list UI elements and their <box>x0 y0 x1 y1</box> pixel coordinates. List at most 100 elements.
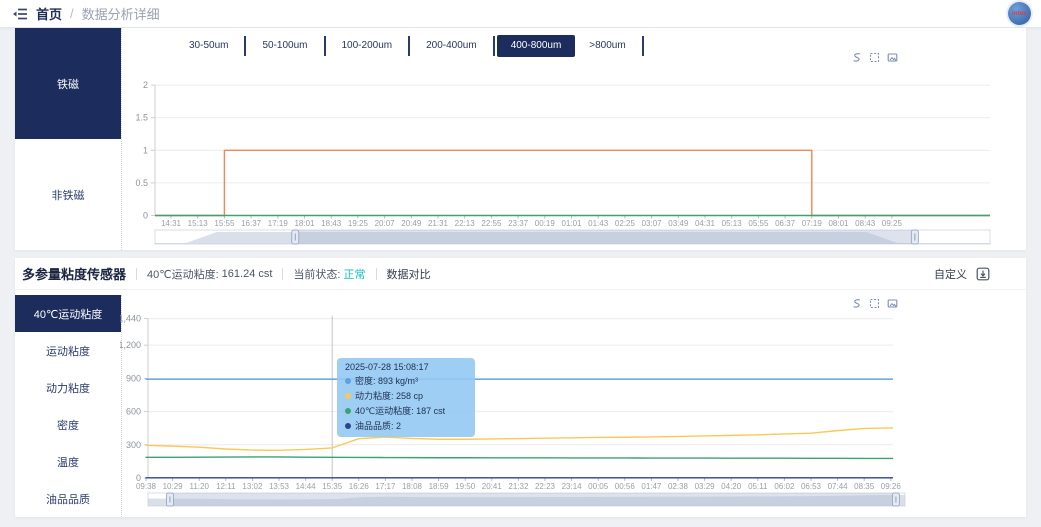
y-tick-label: 1,440 <box>120 314 141 324</box>
x-tick-label: 00:56 <box>615 482 636 491</box>
x-tick-label: 08:43 <box>855 219 876 228</box>
x-tick-label: 10:29 <box>163 482 184 491</box>
x-tick-label: 18:01 <box>294 219 315 228</box>
x-tick-label: 12:11 <box>216 482 236 491</box>
export-icon[interactable] <box>976 267 990 281</box>
side-item-非铁磁[interactable]: 非铁磁 <box>15 139 121 250</box>
stat-value: 161.24 cst <box>221 267 273 280</box>
viscosity-chart[interactable]: 03006009001,2001,44009:38 10:29 11:20 12:11… <box>120 305 1021 517</box>
x-tick-label: 03:07 <box>642 219 663 228</box>
x-tick-label: 05:13 <box>722 219 743 228</box>
y-tick-label: 0.5 <box>135 178 148 188</box>
x-tick-label: 02:25 <box>615 219 636 228</box>
side-item-密度[interactable]: 密度 <box>15 406 121 443</box>
app-header: 首页 / 数据分析详细 intec <box>0 0 1041 28</box>
x-tick-label: 15:13 <box>188 219 209 228</box>
tab-separator <box>492 36 495 56</box>
tab-separator <box>323 36 326 56</box>
x-tick-label: 00:05 <box>588 482 609 491</box>
x-tick-label: 22:13 <box>455 219 476 228</box>
x-tick-label: 16:26 <box>349 482 370 491</box>
x-tick-label: 17:17 <box>375 482 396 491</box>
particle-type-menu: 铁磁 非铁磁 <box>15 28 122 250</box>
viscosity-metric-menu: 40℃运动粘度 运动粘度 动力粘度 密度 温度 油品品质 <box>15 295 122 517</box>
x-tick-label: 00:19 <box>535 219 556 228</box>
x-tick-label: 20:41 <box>482 482 503 491</box>
user-avatar[interactable]: intec <box>1008 2 1031 25</box>
breadcrumb-current: 数据分析详细 <box>81 7 160 22</box>
y-tick-label: 300 <box>126 440 141 450</box>
x-tick-label: 05:55 <box>748 219 769 228</box>
x-tick-label: 11:20 <box>189 482 209 491</box>
ferromagnetic-chart[interactable]: 0 0.5 1 1.5 2 14:31 15:13 15:55 16:37 17:19 18:01 1… <box>125 60 1026 250</box>
x-tick-label: 07:44 <box>828 482 849 491</box>
x-tick-label: 08:35 <box>854 482 875 491</box>
side-item-温度[interactable]: 温度 <box>15 443 121 480</box>
stat-separator <box>375 267 377 280</box>
x-tick-label: 18:08 <box>402 482 423 491</box>
stat-label: 当前状态: <box>293 268 341 281</box>
tab-30-50um[interactable]: 30-50um <box>175 35 242 57</box>
side-item-运动粘度[interactable]: 运动粘度 <box>15 332 121 369</box>
breadcrumb-home[interactable]: 首页 <box>36 4 62 23</box>
tab-200-400um[interactable]: 200-400um <box>412 35 491 57</box>
tab-50-100um[interactable]: 50-100um <box>248 35 321 57</box>
x-tick-label: 14:31 <box>161 219 182 228</box>
x-tick-label: 13:53 <box>269 482 290 491</box>
series-40℃运动粘度 <box>145 456 893 460</box>
panel-title: 多参量粘度传感器 <box>22 267 127 282</box>
x-tick-label: 20:49 <box>401 219 422 228</box>
x-tick-label: 23:37 <box>508 219 529 228</box>
stat-separator <box>136 267 138 280</box>
panel-actions: 自定义 <box>934 266 990 282</box>
breadcrumb-separator: / <box>70 6 74 21</box>
x-tick-label: 14:44 <box>296 482 317 491</box>
stat-value: 正常 <box>343 268 366 281</box>
x-tick-label: 02:38 <box>668 482 689 491</box>
x-tick-label: 06:53 <box>801 482 822 491</box>
x-tick-label: 04:31 <box>695 219 716 228</box>
tab-400-800um[interactable]: 400-800um <box>496 35 576 57</box>
tab-separator <box>641 36 644 56</box>
side-item-40℃运动粘度[interactable]: 40℃运动粘度 <box>15 295 121 332</box>
x-tick-label: 01:43 <box>588 219 609 228</box>
data-compare-link[interactable]: 数据对比 <box>387 266 431 282</box>
x-tick-label: 17:19 <box>268 219 289 228</box>
stat-separator <box>282 267 284 280</box>
tab-separator <box>408 36 411 56</box>
x-tick-label: 06:02 <box>774 482 795 491</box>
x-tick-label: 01:01 <box>561 219 582 228</box>
x-tick-label: 20:07 <box>375 219 396 228</box>
x-tick-label: 13:02 <box>242 482 263 491</box>
y-tick-label: 1,200 <box>120 340 141 350</box>
tab-separator <box>244 36 247 56</box>
x-tick-label: 18:59 <box>429 482 450 491</box>
tab->800um[interactable]: >800um <box>575 35 639 57</box>
x-tick-label: 01:47 <box>641 482 662 491</box>
x-tick-label: 19:25 <box>348 219 369 228</box>
y-tick-label: 600 <box>126 407 141 417</box>
x-tick-label: 03:49 <box>668 219 689 228</box>
viscosity-panel-header: 多参量粘度传感器 40℃运动粘度: 161.24 cst 当前状态: 正常 数据对比 自… <box>15 258 1026 290</box>
datazoom-selection[interactable] <box>295 230 915 244</box>
x-tick-label: 16:37 <box>241 219 262 228</box>
datazoom-selection[interactable] <box>169 493 896 506</box>
x-tick-label: 09:38 <box>136 482 157 491</box>
y-tick-label: 0 <box>143 211 148 221</box>
side-item-铁磁[interactable]: 铁磁 <box>15 28 121 139</box>
x-tick-label: 22:55 <box>481 219 502 228</box>
x-tick-label: 08:01 <box>828 219 849 228</box>
collapse-sidebar-icon[interactable] <box>12 6 28 22</box>
y-tick-label: 1.5 <box>135 113 148 123</box>
side-item-油品品质[interactable]: 油品品质 <box>15 480 121 517</box>
sensor-stats: 40℃运动粘度: 161.24 cst 当前状态: 正常 数据对比 <box>126 266 431 282</box>
side-item-动力粘度[interactable]: 动力粘度 <box>15 369 121 406</box>
viscosity-sensor-panel: 多参量粘度传感器 40℃运动粘度: 161.24 cst 当前状态: 正常 数据对比 自… <box>15 258 1026 517</box>
x-tick-label: 09:25 <box>882 219 903 228</box>
avatar-text: intec <box>1011 10 1027 17</box>
x-tick-label: 19:50 <box>455 482 476 491</box>
custom-button[interactable]: 自定义 <box>934 266 967 282</box>
x-tick-label: 15:55 <box>214 219 235 228</box>
tab-100-200um[interactable]: 100-200um <box>328 35 407 57</box>
x-tick-label: 09:26 <box>881 482 902 491</box>
